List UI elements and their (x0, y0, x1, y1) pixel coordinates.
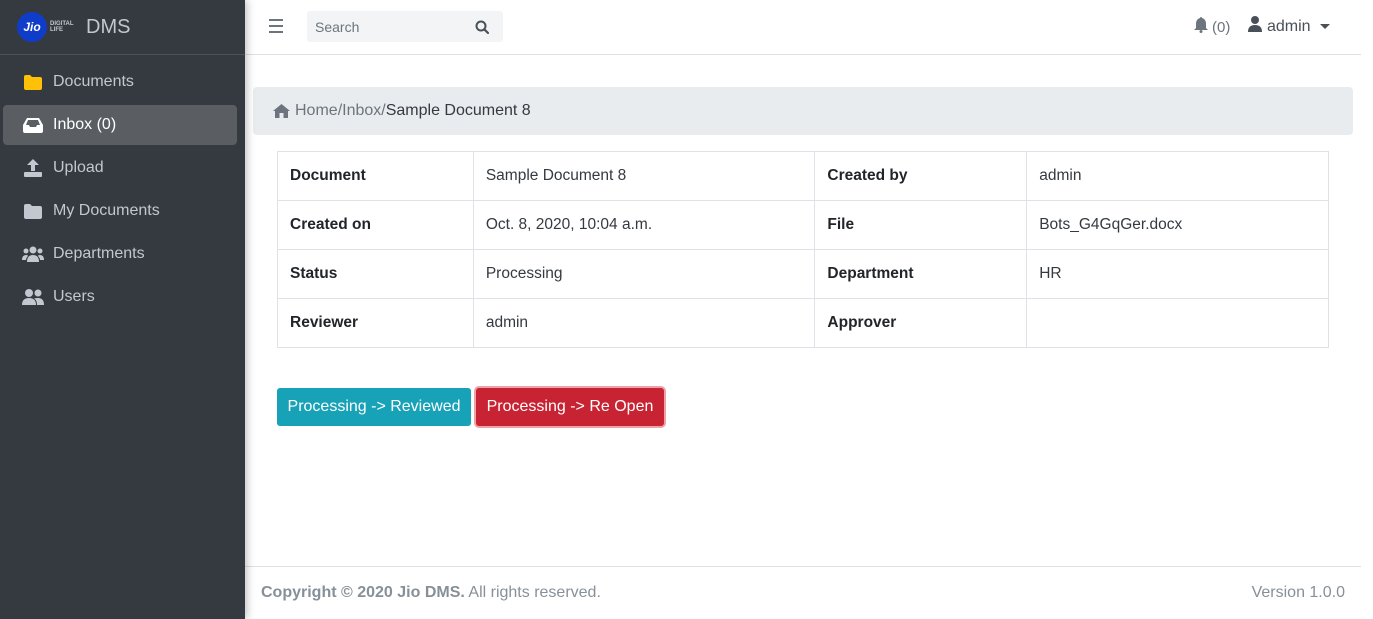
label-document: Document (277, 151, 474, 201)
value-status: Processing (472, 249, 816, 299)
jio-logo: Jio (17, 12, 47, 42)
top-navbar: (0) admin (245, 0, 1361, 55)
value-reviewer: admin (472, 298, 816, 348)
sidebar-item-label: Upload (53, 159, 104, 176)
sidebar-item-label: Documents (53, 73, 134, 90)
upload-icon (22, 159, 44, 177)
sidebar-item-documents[interactable]: Documents (3, 62, 237, 102)
value-created-on: Oct. 8, 2020, 10:04 a.m. (472, 200, 816, 250)
copyright: Copyright © 2020 Jio DMS. All rights res… (261, 584, 601, 602)
sidebar-item-label: Departments (53, 245, 145, 262)
chevron-down-icon (1319, 24, 1330, 29)
notification-count: (0) (1212, 18, 1231, 36)
sidebar-item-label: My Documents (53, 202, 160, 219)
breadcrumb-home[interactable]: Home (295, 102, 338, 120)
footer: Copyright © 2020 Jio DMS. All rights res… (245, 566, 1361, 619)
label-approver: Approver (814, 298, 1028, 348)
label-created-by: Created by (814, 151, 1028, 201)
table-row: Reviewer admin Approver (277, 298, 1329, 348)
logo-subtitle: DIGITAL LIFE (50, 21, 74, 33)
inbox-icon (22, 116, 44, 134)
label-status: Status (277, 249, 474, 299)
sidebar-item-upload[interactable]: Upload (3, 148, 237, 188)
label-reviewer: Reviewer (277, 298, 474, 348)
label-department: Department (814, 249, 1028, 299)
table-row: Document Sample Document 8 Created by ad… (277, 151, 1329, 201)
mark-reviewed-button[interactable]: Processing -> Reviewed (277, 388, 471, 426)
users-icon (22, 288, 44, 306)
value-document: Sample Document 8 (472, 151, 816, 201)
footer-brand-link[interactable]: Jio DMS. (397, 584, 465, 601)
table-row: Status Processing Department HR (277, 249, 1329, 299)
table-row: Created on Oct. 8, 2020, 10:04 a.m. File… (277, 200, 1329, 250)
sidebar-item-my-documents[interactable]: My Documents (3, 191, 237, 231)
search-form (307, 11, 503, 42)
value-created-by: admin (1026, 151, 1329, 201)
value-department: HR (1026, 249, 1329, 299)
home-icon (273, 104, 290, 118)
value-approver (1026, 298, 1329, 348)
folder-icon (22, 202, 44, 220)
rights-text: All rights reserved. (464, 584, 601, 601)
user-name: admin (1267, 17, 1311, 35)
breadcrumb-current: Sample Document 8 (385, 102, 531, 119)
sidebar-item-departments[interactable]: Departments (3, 234, 237, 274)
search-input[interactable] (307, 18, 467, 35)
document-details-table: Document Sample Document 8 Created by ad… (277, 151, 1329, 348)
app-name: DMS (86, 15, 131, 38)
sidebar: Jio DIGITAL LIFE DMS Documents Inbox (0)… (0, 0, 245, 619)
sidebar-item-inbox[interactable]: Inbox (0) (3, 105, 237, 145)
search-icon[interactable] (467, 11, 497, 42)
scrollbar-gutter (1361, 0, 1373, 619)
reopen-button[interactable]: Processing -> Re Open (476, 388, 664, 426)
version-text: Version 1.0.0 (1251, 584, 1345, 601)
user-icon (1248, 16, 1262, 37)
menu-toggle-icon[interactable] (269, 19, 283, 33)
sidebar-item-label: Inbox (0) (53, 116, 117, 133)
users-group-icon (22, 245, 44, 263)
breadcrumb: Home / Inbox / Sample Document 8 (253, 87, 1353, 135)
user-menu[interactable]: admin (1248, 16, 1330, 37)
notifications-button[interactable]: (0) (1194, 17, 1230, 37)
value-file: Bots_G4GqGer.docx (1026, 200, 1329, 250)
folder-icon (22, 73, 44, 91)
brand-link[interactable]: Jio DIGITAL LIFE DMS (0, 0, 245, 55)
label-file: File (814, 200, 1028, 250)
sidebar-nav: Documents Inbox (0) Upload My Documents … (0, 55, 245, 317)
sidebar-item-users[interactable]: Users (3, 277, 237, 317)
sidebar-item-label: Users (53, 288, 95, 305)
label-created-on: Created on (277, 200, 474, 250)
bell-icon (1194, 17, 1208, 37)
copyright-prefix: Copyright © 2020 (261, 584, 398, 601)
breadcrumb-inbox[interactable]: Inbox (342, 102, 381, 120)
